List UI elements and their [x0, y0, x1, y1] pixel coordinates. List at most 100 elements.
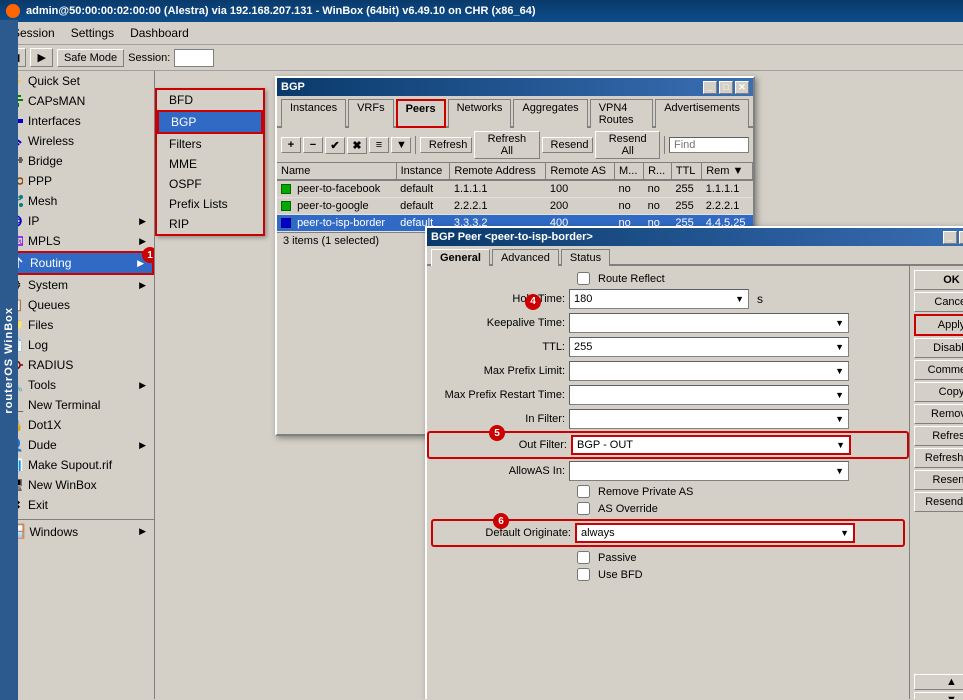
peer-refresh-button[interactable]: Refresh [914, 426, 963, 446]
submenu-bfd[interactable]: BFD [157, 90, 263, 110]
allowas-select[interactable]: ▼ [569, 461, 849, 481]
submenu-rip[interactable]: RIP [157, 214, 263, 234]
tab-instances[interactable]: Instances [281, 99, 346, 128]
remove-button[interactable]: Remove [914, 404, 963, 424]
max-prefix-select[interactable]: ▼ [569, 361, 849, 381]
sidebar-item-queues[interactable]: 📋 Queues [0, 295, 154, 315]
forward-button[interactable]: ▶ [30, 48, 52, 67]
sidebar-item-makesupout[interactable]: 📊 Make Supout.rif [0, 455, 154, 475]
comment-button[interactable]: Comment [914, 360, 963, 380]
bgp-remove-btn[interactable]: − [303, 137, 323, 153]
sidebar-item-routing[interactable]: Routing ▶ 1 [0, 251, 154, 275]
submenu-mme[interactable]: MME [157, 154, 263, 174]
default-originate-select[interactable]: always ▼ [575, 523, 855, 543]
table-row[interactable]: peer-to-facebook default 1.1.1.1 100 no … [277, 180, 753, 198]
hold-time-select[interactable]: 180 ▼ [569, 289, 749, 309]
sidebar-item-system[interactable]: ⚙ System ▶ [0, 275, 154, 295]
as-override-checkbox[interactable] [577, 502, 590, 515]
scroll-up[interactable]: ▲ [914, 674, 963, 690]
tab-networks[interactable]: Networks [448, 99, 512, 128]
peer-resendall-button[interactable]: Resend All [914, 492, 963, 512]
tab-peers[interactable]: Peers [396, 99, 446, 128]
in-filter-select[interactable]: ▼ [569, 409, 849, 429]
max-prefix-restart-select[interactable]: ▼ [569, 385, 849, 405]
ok-label: OK [943, 274, 960, 286]
ok-button[interactable]: OK 8 [914, 270, 963, 290]
submenu-bgp[interactable]: BGP [157, 110, 263, 134]
ttl-select[interactable]: 255 ▼ [569, 337, 849, 357]
route-reflect-checkbox[interactable] [577, 272, 590, 285]
peer-refreshall-button[interactable]: Refresh All [914, 448, 963, 468]
sidebar-item-tools[interactable]: 🔧 Tools ▶ [0, 375, 154, 395]
sidebar-item-bridge[interactable]: Bridge [0, 151, 154, 171]
ttl-row: TTL: 255 ▼ [427, 335, 909, 359]
bgp-minimize[interactable]: _ [703, 81, 717, 94]
safemode-button[interactable]: Safe Mode [57, 49, 124, 67]
bgp-add-btn[interactable]: + [281, 137, 301, 153]
tab-general[interactable]: General [431, 249, 490, 266]
sidebar-item-interfaces[interactable]: Interfaces [0, 111, 154, 131]
tab-aggregates[interactable]: Aggregates [513, 99, 587, 128]
bgp-find-input[interactable] [669, 137, 749, 153]
bgp-maximize[interactable]: □ [719, 81, 733, 94]
submenu-ospf[interactable]: OSPF [157, 174, 263, 194]
bgp-peer-title-bar[interactable]: BGP Peer <peer-to-isp-border> _ □ ✕ [427, 228, 963, 246]
bgp-refreshall-btn[interactable]: Refresh All [474, 131, 539, 159]
disable-button[interactable]: Disable [914, 338, 963, 358]
tab-vrfs[interactable]: VRFs [348, 99, 394, 128]
submenu-prefixlists[interactable]: Prefix Lists [157, 194, 263, 214]
sidebar-item-newwinbox[interactable]: 🖥 New WinBox [0, 475, 154, 495]
sidebar-item-wireless[interactable]: Wireless [0, 131, 154, 151]
ip-arrow: ▶ [139, 216, 146, 227]
peer-instance-1: default [396, 180, 450, 198]
bgp-apply-btn[interactable]: ✔ [325, 137, 345, 154]
peer-rem-2: 2.2.2.1 [702, 198, 753, 215]
keepalive-select[interactable]: ▼ [569, 313, 849, 333]
sidebar-item-quickset[interactable]: ⚡ Quick Set [0, 71, 154, 91]
apply-button[interactable]: Apply 7 [914, 314, 963, 336]
sidebar-item-files[interactable]: 📁 Files [0, 315, 154, 335]
bgp-toolbar: + − ✔ ✖ ≡ ▼ Refresh Refresh All Resend R… [277, 128, 753, 163]
tab-advanced[interactable]: Advanced [492, 249, 559, 266]
copy-button[interactable]: Copy [914, 382, 963, 402]
bgp-resendall-btn[interactable]: Resend All [595, 131, 660, 159]
sidebar-item-ppp[interactable]: PPP [0, 171, 154, 191]
sidebar-item-newterminal[interactable]: >_ New Terminal [0, 395, 154, 415]
sidebar-item-exit[interactable]: ✖ Exit [0, 495, 154, 515]
sidebar-item-ip[interactable]: IP ▶ [0, 211, 154, 231]
route-reflect-label: Route Reflect [598, 273, 665, 285]
sidebar-item-mesh[interactable]: Mesh [0, 191, 154, 211]
bgp-close[interactable]: ✕ [735, 81, 749, 94]
bgp-peer-minimize[interactable]: _ [943, 231, 957, 244]
tab-vpn4routes[interactable]: VPN4 Routes [590, 99, 654, 128]
bgp-title: BGP [281, 81, 305, 93]
sidebar-item-mpls[interactable]: MPLS MPLS ▶ [0, 231, 154, 251]
cancel-button[interactable]: Cancel [914, 292, 963, 312]
use-bfd-checkbox[interactable] [577, 568, 590, 581]
out-filter-select[interactable]: BGP - OUT ▼ [571, 435, 851, 455]
sidebar-item-radius[interactable]: RADIUS [0, 355, 154, 375]
remove-private-as-checkbox[interactable] [577, 485, 590, 498]
peer-resend-button[interactable]: Resend [914, 470, 963, 490]
bgp-filter-btn[interactable]: ▼ [391, 137, 411, 153]
bgp-resend-btn[interactable]: Resend [542, 137, 594, 153]
bgp-menu-btn[interactable]: ≡ [369, 137, 389, 153]
submenu-filters[interactable]: Filters [157, 134, 263, 154]
tab-status[interactable]: Status [561, 249, 610, 266]
sidebar-item-capsman[interactable]: CAPsMAN [0, 91, 154, 111]
bgp-title-bar[interactable]: BGP _ □ ✕ [277, 78, 753, 96]
routing-submenu: BFD BGP Filters MME OSPF Prefix Lists RI… [155, 88, 265, 236]
bgp-peer-maximize[interactable]: □ [959, 231, 963, 244]
table-row[interactable]: peer-to-google default 2.2.2.1 200 no no… [277, 198, 753, 215]
menu-dashboard[interactable]: Dashboard [122, 24, 197, 42]
tab-advertisements[interactable]: Advertisements [655, 99, 749, 128]
sidebar-item-dude[interactable]: 👤 Dude ▶ [0, 435, 154, 455]
menu-settings[interactable]: Settings [63, 24, 122, 42]
bgp-cancel-btn[interactable]: ✖ [347, 137, 367, 154]
sidebar-item-dot1x[interactable]: 🔒 Dot1X [0, 415, 154, 435]
session-input[interactable] [174, 49, 214, 67]
bgp-refresh-btn[interactable]: Refresh [420, 137, 472, 153]
passive-checkbox[interactable] [577, 551, 590, 564]
scroll-down[interactable]: ▼ [914, 692, 963, 699]
sidebar-item-log[interactable]: 📄 Log [0, 335, 154, 355]
